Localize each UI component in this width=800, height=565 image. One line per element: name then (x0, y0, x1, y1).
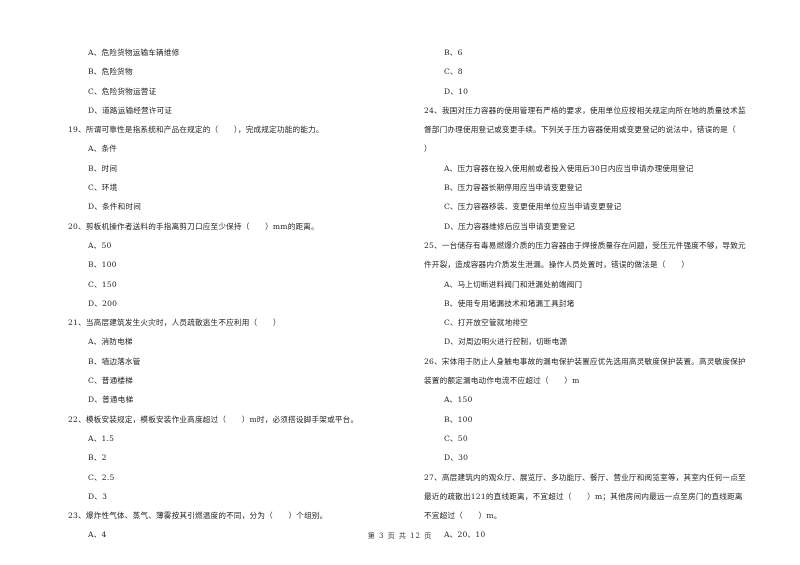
right-column: B、6 C、8 D、10 24、我国对压力容器的使用管理有严格的要求，使用单位应按相关… (424, 43, 770, 545)
question-text: 21、当高层建筑发生火灾时，人员疏散逃生不应利用（ ） (68, 318, 281, 328)
answer-option: D、普通电梯 (88, 395, 134, 405)
answer-option: D、条件和时间 (88, 202, 142, 212)
answer-option: D、对周边明火进行控制，切断电源 (444, 337, 568, 347)
answer-option: A、条件 (88, 144, 118, 154)
answer-option: A、50 (88, 240, 112, 250)
question-text: 20、剪板机操作者送料的手指离剪刀口应至少保持（ ）mm的距离。 (68, 221, 319, 231)
answer-option: A、压力容器在投入使用前或者投入使用后30日内应当申请办理使用登记 (444, 163, 694, 173)
answer-option: C、8 (444, 67, 463, 77)
answer-option: D、200 (88, 298, 118, 308)
answer-option: C、150 (88, 279, 117, 289)
question-text: 不宜超过（ ）m。 (424, 511, 502, 521)
answer-option: A、马上切断进料阀门和泄漏处前端阀门 (444, 279, 583, 289)
question-text: 27、高层建筑内的观众厅、展览厅、多功能厅、餐厅、营业厅和阅览室等，其室内任何一… (424, 472, 746, 482)
question-text: 最近的疏散出121的直线距离，不宜超过（ ）m；其他房间内最远一点至房门的直线距… (424, 491, 743, 501)
question-text: 19、所谓可靠性是指系统和产品在规定的（ ），完成规定功能的能力。 (68, 125, 324, 135)
answer-option: B、时间 (88, 163, 118, 173)
answer-option: A、危险货物运输车辆维修 (88, 48, 180, 57)
answer-option: B、墙边落水管 (88, 356, 141, 366)
answer-option: C、危险货物运营证 (88, 86, 157, 96)
question-text: 23、爆炸性气体、蒸气、薄雾按其引燃温度的不同，分为（ ）个组别。 (68, 511, 328, 521)
answer-option: B、100 (444, 414, 473, 424)
question-text: 24、我国对压力容器的使用管理有严格的要求，使用单位应按相关规定向所在地的质量技… (424, 105, 746, 115)
question-text: 25、一台储存有毒易燃爆介质的压力容器由于焊接质量存在问题，受压元件强度不够，导… (424, 240, 746, 250)
answer-option: C、压力容器移装、变更使用单位应当申请变更登记 (444, 202, 622, 212)
answer-option: D、30 (444, 453, 469, 463)
answer-option: C、打开放空管就地排空 (444, 318, 528, 328)
answer-option: D、道路运输经营许可证 (88, 105, 173, 115)
answer-option: D、3 (88, 491, 108, 501)
answer-option: B、压力容器长期停用应当申请变更登记 (444, 183, 583, 193)
question-text: 26、宋体用于防止人身触电事故的漏电保护装置应优先选用高灵敏度保护装置。高灵敏度… (424, 356, 746, 366)
answer-option: B、6 (444, 48, 463, 57)
question-text: 件开裂，造成容器内介质发生泄漏。操作人员处置时，错误的做法是（ ） (424, 260, 689, 270)
question-text: 22、模板安装规定，模板安装作业高度超过（ ）m时，必须搭设脚手架或平台。 (68, 414, 359, 424)
left-column: A、危险货物运输车辆维修 B、危险货物 C、危险货物运营证 D、道路运输经营许可证 19… (68, 43, 408, 545)
answer-option: D、压力容器维修后应当申请变更登记 (444, 221, 575, 231)
answer-option: C、2.5 (88, 472, 115, 482)
question-text: 督部门办理使用登记或变更手续。下列关于压力容器使用或变更登记的说法中，错误的是（ (424, 125, 736, 135)
answer-option: B、危险货物 (88, 67, 133, 77)
exam-page: A、危险货物运输车辆维修 B、危险货物 C、危险货物运营证 D、道路运输经营许可证 19… (0, 0, 800, 565)
answer-option: C、普通楼梯 (88, 376, 133, 386)
answer-option: B、2 (88, 453, 107, 463)
answer-option: A、消防电梯 (88, 337, 133, 347)
answer-option: A、150 (444, 395, 473, 405)
answer-option: B、100 (88, 260, 117, 270)
answer-option: C、环境 (88, 183, 118, 193)
page-footer: 第 3 页 共 12 页 (367, 532, 433, 540)
answer-option: D、10 (444, 86, 469, 96)
answer-option: A、1.5 (88, 433, 115, 443)
question-text: 装置的额定漏电动作电流不应超过（ ）m (424, 376, 580, 386)
answer-option: C、50 (444, 433, 468, 443)
answer-option: B、使用专用堵漏技术和堵漏工具封堵 (444, 298, 575, 308)
question-text: ） (424, 144, 432, 154)
